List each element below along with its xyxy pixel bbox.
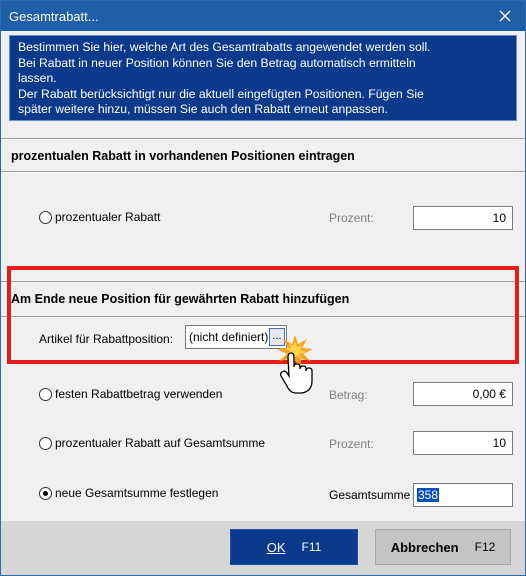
title-bar: Gesamtrabatt... (1, 1, 525, 31)
percent-total-label: Prozent: (329, 437, 374, 451)
radio-button[interactable] (39, 436, 52, 450)
total-value: 358 (417, 488, 440, 502)
amount-field[interactable]: 0,00 € (413, 382, 513, 406)
close-icon (499, 10, 511, 22)
radio-button[interactable] (39, 210, 52, 224)
ok-button[interactable]: OK F11 (230, 529, 358, 565)
window-title: Gesamtrabatt... (9, 9, 99, 24)
divider (1, 139, 525, 140)
dialog-window: Gesamtrabatt... Bestimmen Sie hier, welc… (0, 0, 526, 576)
amount-label: Betrag: (329, 388, 368, 402)
radio-label: prozentualer Rabatt (55, 210, 161, 224)
radio-new-total[interactable]: neue Gesamtsumme festlegen (39, 486, 218, 500)
cancel-label: Abbrechen (390, 539, 459, 555)
cancel-button[interactable]: Abbrechen F12 (375, 529, 511, 565)
ok-label: OK (266, 539, 286, 555)
radio-fixed-amount[interactable]: festen Rabattbetrag verwenden (39, 387, 222, 401)
percent-field[interactable]: 10 (413, 206, 513, 230)
info-panel: Bestimmen Sie hier, welche Art des Gesam… (9, 35, 517, 121)
ok-shortcut: F11 (301, 540, 322, 554)
info-line: Der Rabatt berücksichtigt nur die aktuel… (18, 86, 424, 101)
divider (1, 172, 525, 173)
total-field[interactable]: 358 (413, 483, 513, 507)
radio-label: festen Rabattbetrag verwenden (55, 387, 223, 401)
hand-pointer-icon (277, 335, 313, 394)
total-label: Gesamtsumme (329, 488, 411, 502)
info-line: später weitere hinzu, müssen Sie auch de… (18, 102, 388, 116)
radio-percent-total[interactable]: prozentualer Rabatt auf Gesamtsumme (39, 436, 265, 450)
percent-label: Prozent: (329, 211, 374, 225)
radio-label: prozentualer Rabatt auf Gesamtsumme (55, 436, 266, 450)
section-title-percent-existing: prozentualen Rabatt in vorhandenen Posit… (11, 149, 355, 163)
info-line: Bestimmen Sie hier, welche Art des Gesam… (18, 40, 431, 54)
radio-label: neue Gesamtsumme festlegen (55, 486, 219, 500)
radio-percent-existing[interactable]: prozentualer Rabatt (39, 210, 160, 224)
radio-button[interactable] (39, 387, 52, 401)
percent-total-field[interactable]: 10 (413, 431, 513, 455)
radio-button[interactable] (39, 486, 52, 500)
info-line: Bei Rabatt in neuer Position können Sie … (18, 55, 416, 70)
info-line: lassen. (18, 71, 57, 85)
highlight-box (7, 266, 519, 364)
close-button[interactable] (485, 1, 525, 31)
cancel-shortcut: F12 (474, 540, 496, 554)
